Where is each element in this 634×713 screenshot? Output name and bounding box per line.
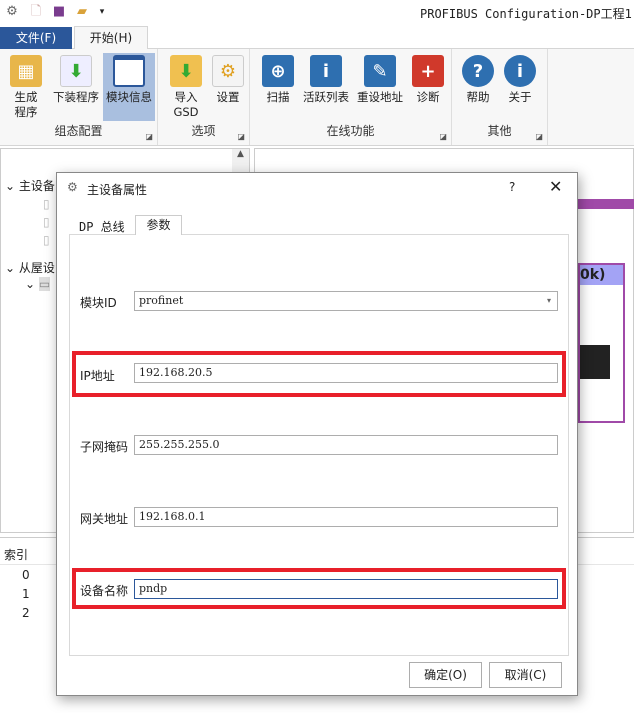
tree-children: ▯ ▯ ▯ — [43, 197, 50, 247]
info-icon: i — [504, 55, 536, 87]
tab-parameters[interactable]: 参数 — [135, 215, 182, 235]
table-row[interactable]: 1 — [22, 587, 30, 601]
tab-file[interactable]: 文件(F) — [0, 27, 72, 49]
chevron-down-icon[interactable]: ⌄ — [5, 179, 15, 193]
ip-label: IP地址 — [80, 369, 115, 383]
save-icon[interactable]: ■ — [51, 4, 67, 20]
open-folder-icon[interactable]: ▰ — [74, 4, 90, 20]
module-id-label: 模块ID — [80, 296, 117, 310]
help-icon: ? — [462, 55, 494, 87]
gear-icon: ⚙ — [67, 180, 78, 194]
close-icon[interactable]: ✕ — [549, 177, 562, 196]
master-properties-dialog: ⚙ 主设备属性 ? ✕ DP 总线 参数 模块ID profinet ▾ IP地址… — [56, 172, 578, 696]
group-config: ▦ 生成 程序 ⬇ 下装程序 模块信息 组态配置 ◪ — [0, 49, 158, 145]
table-row[interactable]: 2 — [22, 606, 30, 620]
dialog-titlebar: ⚙ 主设备属性 ? ✕ — [57, 173, 577, 203]
column-header-index: 索引 — [4, 548, 29, 562]
customize-dropdown-icon[interactable]: ▾ — [94, 4, 110, 20]
download-icon: ⬇ — [60, 55, 92, 87]
about-button[interactable]: i 关于 — [500, 53, 540, 121]
active-list-button[interactable]: i 活跃列表 — [300, 53, 352, 121]
active-list-icon: i — [310, 55, 342, 87]
module-info-button[interactable]: 模块信息 — [103, 53, 155, 121]
import-gsd-button[interactable]: ⬇ 导入 GSD — [166, 53, 206, 121]
group-online: ⊕ 扫描 i 活跃列表 ✎ 重设地址 + 诊断 在线功能 ◪ — [250, 49, 452, 145]
tab-dp-bus[interactable]: DP 总线 — [79, 218, 125, 235]
device-icon: ▭ — [38, 277, 51, 291]
reset-address-button[interactable]: ✎ 重设地址 — [354, 53, 406, 121]
window-icon — [113, 55, 145, 87]
help-button[interactable]: ? — [509, 180, 515, 194]
new-file-icon[interactable]: 🗋 — [28, 4, 44, 20]
quick-access-toolbar: ⚙ 🗋 ■ ▰ ▾ PROFIBUS Configuration-DP工程1 — [0, 0, 634, 26]
ribbon-tabs: 文件(F) 开始(H) — [0, 26, 634, 50]
download-program-button[interactable]: ⬇ 下装程序 — [50, 53, 102, 121]
generate-program-button[interactable]: ▦ 生成 程序 — [4, 53, 48, 121]
tab-home[interactable]: 开始(H) — [74, 26, 148, 50]
group-other: ? 帮助 i 关于 其他 ◪ — [452, 49, 548, 145]
dialog-launcher-icon[interactable]: ◪ — [535, 132, 543, 141]
import-folder-icon: ⬇ — [170, 55, 202, 87]
window-title: PROFIBUS Configuration-DP工程1 — [420, 7, 632, 21]
dialog-launcher-icon[interactable]: ◪ — [145, 132, 153, 141]
app-gear-icon[interactable]: ⚙ — [4, 4, 20, 20]
gateway-input[interactable]: 192.168.0.1 — [134, 507, 558, 527]
bus-line — [575, 199, 634, 209]
tree-subitem[interactable]: ⌄ ▭ — [25, 277, 51, 291]
device-image — [580, 345, 610, 379]
help-button[interactable]: ? 帮助 — [458, 53, 498, 121]
tree-item-slave[interactable]: ⌄ 从屋设 — [5, 259, 55, 276]
settings-gear-icon: ⚙ — [212, 55, 244, 87]
ip-input[interactable]: 192.168.20.5 — [134, 363, 558, 383]
gateway-label: 网关地址 — [80, 512, 129, 526]
first-aid-icon: + — [412, 55, 444, 87]
ribbon: ▦ 生成 程序 ⬇ 下装程序 模块信息 组态配置 ◪ ⬇ 导入 GSD ⚙ 设置 选… — [0, 49, 634, 146]
chevron-down-icon[interactable]: ⌄ — [5, 261, 15, 275]
parameters-pane: 模块ID profinet ▾ IP地址 192.168.20.5 子网掩码 25… — [69, 234, 569, 656]
dialog-title: 主设备属性 — [87, 183, 148, 197]
ok-button[interactable]: 确定(O) — [409, 662, 482, 688]
scan-button[interactable]: ⊕ 扫描 — [258, 53, 298, 121]
tree-item-master[interactable]: ⌄ 主设备 — [5, 177, 55, 194]
device-name-input[interactable]: pndp — [134, 579, 558, 599]
scan-network-icon: ⊕ — [262, 55, 294, 87]
dialog-launcher-icon[interactable]: ◪ — [439, 132, 447, 141]
diagnose-button[interactable]: + 诊断 — [408, 53, 448, 121]
device-card[interactable]: 0k) — [578, 263, 625, 423]
chevron-down-icon: ▾ — [546, 296, 551, 305]
monitor-edit-icon: ✎ — [364, 55, 396, 87]
dialog-launcher-icon[interactable]: ◪ — [237, 132, 245, 141]
settings-button[interactable]: ⚙ 设置 — [208, 53, 248, 121]
cancel-button[interactable]: 取消(C) — [489, 662, 562, 688]
scroll-up-icon[interactable]: ▲ — [232, 149, 249, 159]
table-row[interactable]: 0 — [22, 568, 30, 582]
bricks-icon: ▦ — [10, 55, 42, 87]
group-options: ⬇ 导入 GSD ⚙ 设置 选项 ◪ — [158, 49, 250, 145]
module-id-select[interactable]: profinet ▾ — [134, 291, 558, 311]
subnet-input[interactable]: 255.255.255.0 — [134, 435, 558, 455]
subnet-label: 子网掩码 — [80, 440, 129, 454]
device-name-label: 设备名称 — [80, 584, 129, 598]
